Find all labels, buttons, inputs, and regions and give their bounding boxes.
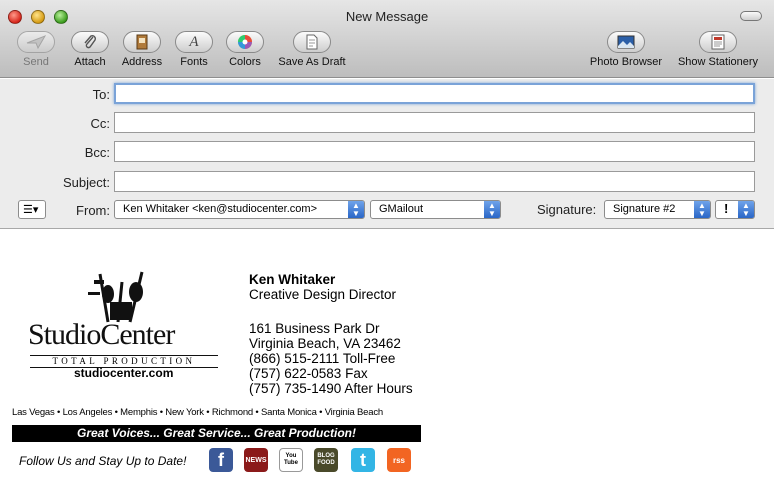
signature-address-line2: Virginia Beach, VA 23462 xyxy=(249,336,401,351)
send-icon xyxy=(17,31,55,53)
attach-label: Attach xyxy=(74,56,106,68)
updown-arrows-icon: ▲ ▼ xyxy=(738,201,754,218)
signature-select-value: Signature #2 xyxy=(613,203,676,215)
colors-label: Colors xyxy=(229,56,261,68)
youtube-icon[interactable]: You Tube xyxy=(279,448,303,472)
fonts-button[interactable]: A Fonts xyxy=(174,31,214,73)
save-as-draft-label: Save As Draft xyxy=(278,56,346,68)
draft-document-icon xyxy=(293,31,331,53)
cc-field[interactable] xyxy=(114,112,755,133)
signature-select[interactable]: Signature #2 ▲ ▼ xyxy=(604,200,711,219)
news-icon[interactable]: NEWS xyxy=(244,448,268,472)
fonts-icon: A xyxy=(175,31,213,53)
twitter-icon[interactable]: t xyxy=(351,448,375,472)
send-button[interactable]: Send xyxy=(16,31,56,73)
signature-address-line1: 161 Business Park Dr xyxy=(249,321,380,336)
address-book-icon xyxy=(123,31,161,53)
priority-value: ! xyxy=(724,201,729,216)
address-label: Address xyxy=(121,56,163,68)
window-title: New Message xyxy=(345,9,429,24)
logo-wordmark: StudioCenter xyxy=(28,318,175,351)
city-list: Las Vegas • Los Angeles • Memphis • New … xyxy=(12,407,383,418)
account-select-value: GMailout xyxy=(379,203,424,215)
signature-contact: Ken Whitaker Creative Design Director 16… xyxy=(249,272,413,396)
from-label: From: xyxy=(76,203,110,218)
blog-icon[interactable]: BLOG FOOD xyxy=(314,448,338,472)
tagline-banner: Great Voices... Great Service... Great P… xyxy=(12,425,421,442)
subject-label: Subject: xyxy=(63,175,110,190)
color-wheel-icon xyxy=(226,31,264,53)
attach-button[interactable]: Attach xyxy=(68,31,112,73)
from-select[interactable]: Ken Whitaker <ken@studiocenter.com> ▲ ▼ xyxy=(114,200,365,219)
paperclip-icon xyxy=(71,31,109,53)
signature-after-hours: (757) 735-1490 After Hours xyxy=(249,381,413,396)
priority-select[interactable]: ! ▲ ▼ xyxy=(715,200,755,219)
account-select[interactable]: GMailout ▲ ▼ xyxy=(370,200,501,219)
toolbar-toggle-button[interactable] xyxy=(740,11,762,21)
message-headers: To: Cc: Bcc: Subject: ☰▾ From: Ken Whita… xyxy=(0,79,774,229)
from-select-value: Ken Whitaker <ken@studiocenter.com> xyxy=(123,203,317,215)
to-field[interactable] xyxy=(114,83,755,104)
address-button[interactable]: Address xyxy=(118,31,166,73)
photo-browser-label: Photo Browser xyxy=(589,56,663,68)
updown-arrows-icon: ▲ ▼ xyxy=(348,201,364,218)
updown-arrows-icon: ▲ ▼ xyxy=(694,201,710,218)
rss-icon[interactable]: rss xyxy=(387,448,411,472)
bcc-label: Bcc: xyxy=(84,145,110,160)
website-link[interactable]: studiocenter.com xyxy=(74,366,173,380)
cc-label: Cc: xyxy=(90,116,111,131)
signature-title: Creative Design Director xyxy=(249,287,397,302)
signature-name: Ken Whitaker xyxy=(249,272,336,287)
signature-fax: (757) 622-0583 Fax xyxy=(249,366,368,381)
header-options-menu[interactable]: ☰▾ xyxy=(18,200,46,219)
window-titlebar: New Message Send Attach Address A Fonts xyxy=(0,0,774,78)
send-label: Send xyxy=(23,56,49,68)
updown-arrows-icon: ▲ ▼ xyxy=(484,201,500,218)
show-stationery-label: Show Stationery xyxy=(677,56,759,68)
save-as-draft-button[interactable]: Save As Draft xyxy=(274,31,350,73)
facebook-icon[interactable]: f xyxy=(209,448,233,472)
photo-browser-icon xyxy=(607,31,645,53)
fonts-label: Fonts xyxy=(180,56,208,68)
bcc-field[interactable] xyxy=(114,141,755,162)
studio-center-logo: StudioCenter TOTAL PRODUCTION xyxy=(24,270,224,370)
subject-field[interactable] xyxy=(114,171,755,192)
follow-us-text: Follow Us and Stay Up to Date! xyxy=(19,454,187,468)
to-label: To: xyxy=(92,87,110,102)
signature-label: Signature: xyxy=(537,202,597,217)
show-stationery-button[interactable]: Show Stationery xyxy=(674,31,762,73)
list-menu-icon: ☰▾ xyxy=(23,204,39,216)
signature-phone-tollfree: (866) 515-2111 Toll-Free xyxy=(249,351,396,366)
message-body[interactable]: StudioCenter TOTAL PRODUCTION studiocent… xyxy=(0,230,774,503)
colors-button[interactable]: Colors xyxy=(225,31,265,73)
stationery-icon xyxy=(699,31,737,53)
photo-browser-button[interactable]: Photo Browser xyxy=(586,31,666,73)
